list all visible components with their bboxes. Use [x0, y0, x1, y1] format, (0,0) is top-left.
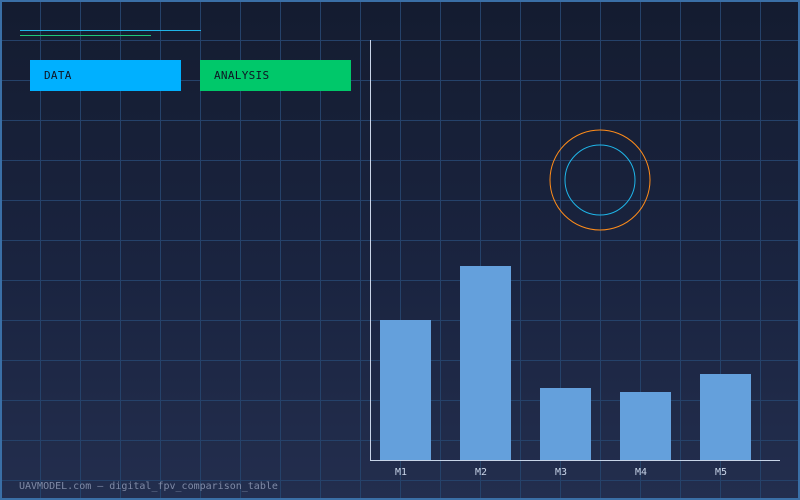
x-tick-label: M4: [635, 467, 647, 478]
inner-ring: [564, 144, 636, 216]
x-tick-label: M2: [475, 467, 487, 478]
bar-m2: [460, 266, 511, 460]
bar-m3: [540, 388, 591, 460]
target-ring-icon: [549, 129, 651, 231]
x-tick-label: M3: [555, 467, 567, 478]
footer-caption: UAVMODEL.com — digital_fpv_comparison_ta…: [19, 481, 278, 492]
bar-m5: [700, 374, 751, 460]
bar-m4: [620, 392, 671, 460]
x-tick-label: M5: [715, 467, 727, 478]
bar-m1: [380, 320, 431, 460]
bar-chart: M1 M2 M3 M4 M5: [370, 40, 780, 478]
x-tick-label: M1: [395, 467, 407, 478]
